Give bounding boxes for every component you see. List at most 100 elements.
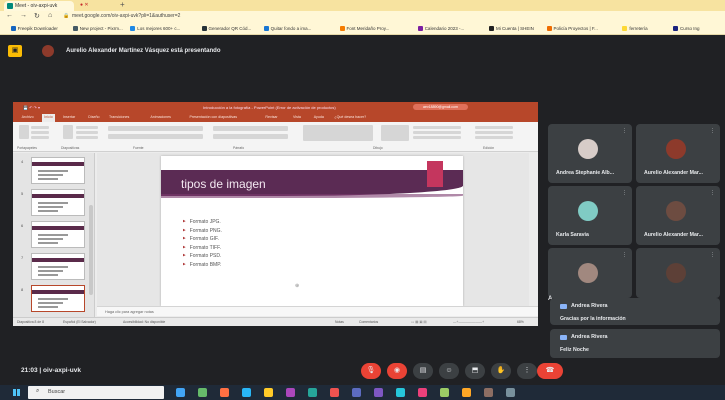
- thumb-band: [32, 290, 84, 294]
- browser-tab[interactable]: Meet - oiv-axpi-uvk: [4, 1, 74, 11]
- thumb-line: [38, 270, 63, 272]
- ppt-tab-10[interactable]: ¿Qué desea hacer?: [334, 115, 366, 119]
- status-accessibility[interactable]: Accesibilidad: No disponible: [123, 320, 165, 324]
- thumb-line: [38, 170, 68, 172]
- ppt-tab-7[interactable]: Revisar: [265, 115, 277, 119]
- reload-icon[interactable]: ↻: [34, 12, 40, 20]
- taskbar-app-icon[interactable]: [374, 388, 383, 397]
- participant-options-icon[interactable]: ⋮: [710, 190, 715, 196]
- ppt-ribbon: Portapapeles Diapositivas Fuente Párrafo Dib…: [13, 122, 538, 152]
- slide-thumbnail[interactable]: [31, 221, 85, 248]
- slide-thumb-number: 4: [21, 159, 24, 164]
- ribbon-group-label: Diapositivas: [61, 146, 80, 150]
- emoji-icon[interactable]: ☺: [439, 363, 459, 379]
- status-notes-button[interactable]: Notas: [335, 320, 344, 324]
- bookmark-item[interactable]: Font Meridaño Proy...: [340, 26, 390, 31]
- windows-start-icon[interactable]: [13, 389, 20, 396]
- back-arrow-icon[interactable]: ←: [6, 12, 13, 19]
- participant-options-icon[interactable]: ⋮: [622, 128, 627, 134]
- bookmark-item[interactable]: Generador QR Cód...: [202, 26, 252, 31]
- ppt-tab-4[interactable]: Transiciones: [109, 115, 129, 119]
- bookmark-item[interactable]: Mi Cuenta | SHEIN: [489, 26, 534, 31]
- ppt-tab-6[interactable]: Presentación con diapositivas: [190, 115, 238, 119]
- thumbnail-scrollbar[interactable]: [89, 205, 93, 295]
- new-tab-button[interactable]: +: [120, 0, 125, 9]
- status-language[interactable]: Español (El Salvador): [63, 320, 96, 324]
- chat-toast[interactable]: Andrea Rivera Feliz Noche: [550, 329, 720, 358]
- taskbar-app-icon[interactable]: [352, 388, 361, 397]
- taskbar-app-icon[interactable]: [242, 388, 251, 397]
- slide-bullet-item: Formato PSD.: [183, 251, 222, 260]
- ppt-tab-2[interactable]: Insertar: [63, 115, 75, 119]
- zoom-slider[interactable]: —+———————+: [453, 320, 484, 324]
- ppt-tab-3[interactable]: Diseño: [88, 115, 99, 119]
- taskbar-app-icon[interactable]: [462, 388, 471, 397]
- ppt-tab-1[interactable]: Inicio: [42, 114, 55, 122]
- taskbar-app-icon[interactable]: [220, 388, 229, 397]
- slide-thumbnail[interactable]: [31, 285, 85, 312]
- taskbar-app-icon[interactable]: [198, 388, 207, 397]
- participant-avatar: [666, 201, 686, 221]
- tab-recording-close-icon[interactable]: ● ✕: [80, 2, 89, 8]
- slide-thumbnail[interactable]: [31, 157, 85, 184]
- participant-avatar: [578, 201, 598, 221]
- forward-arrow-icon[interactable]: →: [20, 12, 27, 19]
- participant-tile[interactable]: ⋮ Aurelio Alexander Mar...: [636, 186, 720, 245]
- slide-thumbnail[interactable]: [31, 189, 85, 216]
- participant-options-icon[interactable]: ⋮: [622, 190, 627, 196]
- participant-options-icon[interactable]: ⋮: [622, 252, 627, 258]
- hand-icon[interactable]: ✋: [491, 363, 511, 379]
- bookmark-item[interactable]: Policía Proyectos | F...: [547, 26, 598, 31]
- taskbar-app-icon[interactable]: [176, 388, 185, 397]
- more-icon[interactable]: ⋮: [517, 363, 537, 379]
- chat-toast[interactable]: Andrea Rivera Gracias por la información: [550, 298, 720, 325]
- taskbar-app-icon[interactable]: [308, 388, 317, 397]
- bookmark-item[interactable]: Quitar fondo a ima...: [264, 26, 312, 31]
- taskbar-search[interactable]: ⌕ Buscar: [28, 386, 164, 399]
- participant-tile[interactable]: ⋮: [548, 248, 632, 298]
- thumb-line: [38, 302, 63, 304]
- participant-avatar: [578, 139, 598, 159]
- bookmark-item[interactable]: Freepik Downloader: [11, 26, 58, 31]
- participant-tile[interactable]: ⋮ Karla Saravia: [548, 186, 632, 245]
- status-zoom[interactable]: 68%: [517, 320, 524, 324]
- url-field[interactable]: meet.google.com/oiv-axpi-uvk?pli=1&authu…: [72, 13, 180, 19]
- participant-tile[interactable]: ⋮ Andrea Stephanie Alb...: [548, 124, 632, 183]
- taskbar-app-icon[interactable]: [418, 388, 427, 397]
- ppt-tab-0[interactable]: Archivo: [22, 115, 34, 119]
- taskbar-app-icon[interactable]: [286, 388, 295, 397]
- bookmark-item[interactable]: Calendario 2023 -...: [418, 26, 465, 31]
- taskbar-app-icon[interactable]: [506, 388, 515, 397]
- current-slide[interactable]: tipos de imagen Formato JPG.Formato PNG.…: [161, 156, 463, 306]
- bookmark-item[interactable]: Curso Ing: [673, 26, 700, 31]
- notes-pane[interactable]: Haga clic para agregar notas: [97, 306, 538, 316]
- taskbar-app-icon[interactable]: [264, 388, 273, 397]
- ppt-tab-5[interactable]: Animaciones: [150, 115, 171, 119]
- status-comments-button[interactable]: Comentarios: [359, 320, 378, 324]
- taskbar-app-icon[interactable]: [440, 388, 449, 397]
- captions-icon[interactable]: ▤: [413, 363, 433, 379]
- slide-thumbnail[interactable]: [31, 253, 85, 280]
- participant-name: Aurelio Alexander Mar...: [644, 170, 703, 176]
- mic-off-icon[interactable]: 🎙: [361, 363, 381, 379]
- participant-tile[interactable]: ⋮ Aurelio Alexander Mar...: [636, 124, 720, 183]
- bookmark-item[interactable]: ferretería: [622, 26, 647, 31]
- taskbar-app-icon[interactable]: [330, 388, 339, 397]
- cam-off-icon[interactable]: ◉: [387, 363, 407, 379]
- presenting-text: Aurelio Alexander Martínez Vásquez está …: [66, 48, 221, 54]
- ppt-tab-8[interactable]: Vista: [293, 115, 301, 119]
- present-icon[interactable]: ⬒: [465, 363, 485, 379]
- taskbar-app-icon[interactable]: [484, 388, 493, 397]
- participant-options-icon[interactable]: ⋮: [710, 252, 715, 258]
- taskbar-app-icon[interactable]: [396, 388, 405, 397]
- bookmark-item[interactable]: Los mejores 600+ c...: [130, 26, 180, 31]
- bookmark-item[interactable]: New project - Pixrm...: [73, 26, 123, 31]
- lock-icon[interactable]: 🔒: [63, 13, 69, 19]
- present-screen-icon[interactable]: ▣: [8, 45, 22, 57]
- leave-icon[interactable]: ☎: [537, 363, 563, 379]
- participant-options-icon[interactable]: ⋮: [710, 128, 715, 134]
- participant-tile[interactable]: ⋮: [636, 248, 720, 298]
- home-icon[interactable]: ⌂: [48, 12, 52, 19]
- ppt-tab-9[interactable]: Ayuda: [314, 115, 324, 119]
- view-buttons-icon[interactable]: ▭ ▦ ▣ ▤: [411, 320, 427, 324]
